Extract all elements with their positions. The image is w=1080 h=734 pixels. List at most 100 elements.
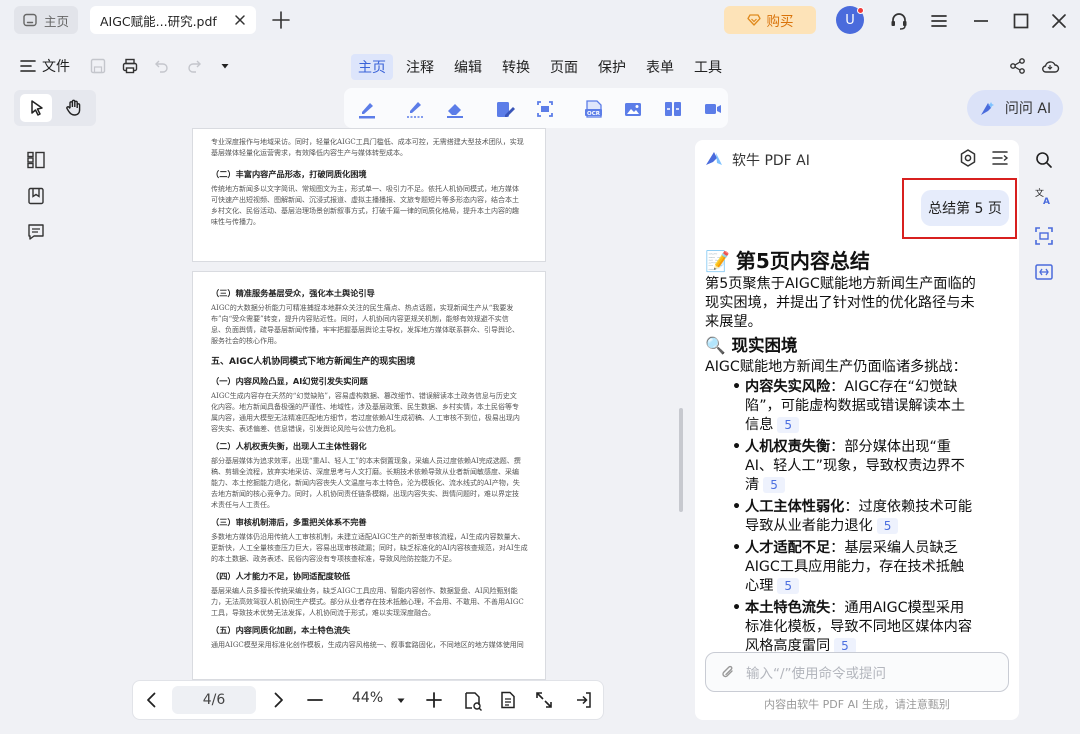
ai-settings-icon[interactable] bbox=[958, 148, 978, 168]
zoom-dropdown-icon[interactable] bbox=[396, 697, 406, 705]
share-icon[interactable] bbox=[1008, 56, 1028, 76]
next-page-icon[interactable] bbox=[268, 690, 288, 710]
compare-icon[interactable] bbox=[662, 98, 684, 120]
notification-dot bbox=[857, 7, 864, 14]
comments-icon[interactable] bbox=[26, 222, 46, 242]
ai-summary-text: 第5页聚焦于AIGC赋能地方新闻生产面临的现实困境，并提出了针对性的优化路径与未… bbox=[705, 276, 976, 330]
exit-view-icon[interactable] bbox=[574, 690, 594, 710]
doc-line: 可快速产出短视频、图解新闻、沉浸式报道、虚拟主播播报、文旅专题短片等多形态内容，… bbox=[211, 196, 519, 204]
menu-protect[interactable]: 保护 bbox=[591, 54, 633, 80]
ai-panel-collapse-icon[interactable] bbox=[990, 148, 1010, 168]
quick-access-dropdown-icon[interactable] bbox=[220, 61, 230, 71]
page-reference-link[interactable]: 5 bbox=[777, 417, 800, 433]
fit-page-icon[interactable] bbox=[498, 690, 518, 710]
page-reference-link[interactable]: 5 bbox=[763, 477, 785, 493]
menu-edit[interactable]: 编辑 bbox=[447, 54, 489, 80]
doc-page-body: （三）精准服务基层受众，强化本土舆论引导 AIGC的大数据分析能力可精准捕捉本地群… bbox=[211, 288, 529, 651]
user-message: 总结第 5 页 bbox=[921, 190, 1009, 226]
doc-heading: （三）精准服务基层受众，强化本土舆论引导 bbox=[211, 288, 375, 298]
image-icon[interactable] bbox=[622, 98, 644, 120]
menu-annotate[interactable]: 注释 bbox=[399, 54, 441, 80]
ai-section-heading: 🔍 现实困境 bbox=[705, 334, 977, 358]
thumbnails-icon[interactable] bbox=[26, 150, 46, 170]
ask-ai-label: 问问 AI bbox=[1004, 101, 1052, 117]
bookmark-icon[interactable] bbox=[26, 186, 46, 206]
ai-challenge-item: 人机权责失衡：部分媒体出现“重AI、轻人工”现象，导致权责边界不清5 bbox=[729, 438, 977, 495]
hand-tool-icon[interactable] bbox=[64, 98, 84, 118]
menu-form[interactable]: 表单 bbox=[639, 54, 681, 80]
search-icon[interactable] bbox=[1034, 150, 1054, 170]
menu-convert[interactable]: 转换 bbox=[495, 54, 537, 80]
doc-line: 去地方新闻的核心竞争力。同时，人机协同责任链条模糊，出现内容失实、舆情问题时，难… bbox=[211, 490, 519, 498]
scan-icon[interactable] bbox=[1034, 262, 1054, 282]
doc-line: 传统地方新闻多以文字简讯、常规图文为主，形式单一、吸引力不足。依托人机协同模式，… bbox=[211, 185, 519, 193]
close-window-icon[interactable] bbox=[1048, 10, 1070, 32]
zoom-level[interactable]: 44% bbox=[352, 690, 383, 706]
page-reference-link[interactable]: 5 bbox=[876, 518, 899, 534]
doc-line: 专业深度报作与地域采访。同时，轻量化AIGC工具门槛低、成本可控，无需搭建大型技… bbox=[211, 138, 524, 146]
menu-page[interactable]: 页面 bbox=[543, 54, 585, 80]
ai-prompt-input[interactable]: 输入“/”使用命令或提问 bbox=[705, 652, 1009, 692]
page-reference-link[interactable]: 5 bbox=[777, 578, 800, 594]
file-menu[interactable]: 文件 bbox=[20, 56, 70, 76]
video-icon[interactable] bbox=[702, 98, 724, 120]
fullscreen-icon[interactable] bbox=[534, 690, 554, 710]
ai-response: 📝 第5页内容总结 第5页聚焦于AIGC赋能地方新闻生产面临的现实困境，并提出了… bbox=[705, 247, 977, 659]
doc-line: AIGC生成内容存在天然的“幻觉缺陷”，容易虚构数据、篡改细节、错误解读本土政务… bbox=[211, 392, 517, 400]
cloud-icon[interactable] bbox=[1040, 56, 1060, 76]
doc-line: 服务社会的核心作用。 bbox=[211, 337, 281, 345]
print-icon[interactable] bbox=[121, 57, 139, 75]
memo-icon: 📝 bbox=[705, 249, 730, 273]
doc-line: 力，无法高效驾驭人机协同生产模式。部分从业者存在技术抵触心理，不会用、不敢用、不… bbox=[211, 598, 524, 606]
ocr-icon[interactable]: OCR bbox=[582, 98, 606, 120]
translate-icon[interactable]: 文A bbox=[1034, 186, 1054, 206]
ai-challenge-item: 人才适配不足：基层采编人员缺乏AIGC工具应用能力，存在技术抵触心理5 bbox=[729, 539, 977, 596]
highlight-icon[interactable] bbox=[356, 98, 378, 120]
svg-text:A: A bbox=[1043, 197, 1050, 206]
maximize-icon[interactable] bbox=[1010, 10, 1032, 32]
doc-line: 属内容，通用大模型无法精准匹配地方细节，若过度依赖AI生成初稿、人工审核不到位，… bbox=[211, 414, 520, 422]
buy-label: 购买 bbox=[766, 14, 794, 30]
magnifier-icon: 🔍 bbox=[705, 336, 726, 355]
close-tab-icon[interactable] bbox=[232, 12, 248, 28]
underline-icon[interactable] bbox=[404, 98, 426, 120]
doc-heading: （三）审核机制滞后，多重把关体系不完善 bbox=[211, 517, 367, 527]
doc-line: 术责任与人工责任。 bbox=[211, 501, 274, 509]
doc-heading: （二）丰富内容产品形态，打破同质化困境 bbox=[211, 169, 367, 179]
buy-button[interactable]: 购买 bbox=[724, 6, 816, 34]
undo-icon[interactable] bbox=[153, 57, 171, 75]
ai-challenge-title: 本土特色流失 bbox=[745, 600, 831, 616]
eraser-icon[interactable] bbox=[444, 98, 466, 120]
document-scrollbar[interactable] bbox=[679, 408, 683, 512]
page-number-input[interactable]: 4/6 bbox=[172, 686, 256, 714]
doc-line: 容失实、表述偏差、信息错误，引发舆论风险与公信力危机。 bbox=[211, 425, 400, 433]
menu-icon[interactable] bbox=[928, 10, 950, 32]
doc-line: 乡村文化、民俗活动、基层治理场景创新叙事方式，打破千篇一律的同质化格局，提升本土… bbox=[211, 207, 519, 215]
doc-line: 稿、剪辑全流程，放弃实地采访、深度思考与人文打磨。长期技术依赖导致从业者新闻敏感… bbox=[211, 468, 519, 476]
menu-tools[interactable]: 工具 bbox=[687, 54, 729, 80]
page-view-icon[interactable] bbox=[462, 690, 484, 712]
attachment-icon[interactable] bbox=[720, 664, 736, 680]
tab-document[interactable]: AIGC赋能...研究.pdf bbox=[90, 6, 256, 34]
tab-home[interactable]: 主页 bbox=[14, 6, 78, 34]
new-tab-button[interactable] bbox=[270, 9, 292, 31]
ask-ai-button[interactable]: 问问 AI bbox=[967, 90, 1063, 126]
previous-page-icon[interactable] bbox=[142, 690, 162, 710]
zoom-in-icon[interactable] bbox=[424, 690, 444, 710]
headset-icon[interactable] bbox=[888, 10, 910, 32]
save-icon[interactable] bbox=[89, 57, 107, 75]
doc-line: 的本土数据、政务表述、民俗内容没有专项核查标准，导致风险防控能力不足。 bbox=[211, 555, 456, 563]
doc-line: 更新快，人工全量核查压力巨大，容易出现审核疏漏；同时，缺乏标准化的AI内容核查规… bbox=[211, 544, 528, 552]
ai-challenges-list: 内容失实风险：AIGC存在“幻觉缺陷”，可能虚构数据或错误解读本土信息5人机权责… bbox=[729, 378, 977, 656]
zoom-out-icon[interactable] bbox=[305, 690, 325, 710]
ai-challenge-title: 内容失实风险 bbox=[745, 379, 831, 395]
edit-text-icon[interactable] bbox=[494, 98, 516, 120]
crop-page-icon[interactable] bbox=[534, 98, 556, 120]
minimize-icon[interactable] bbox=[970, 10, 992, 32]
redo-icon[interactable] bbox=[185, 57, 203, 75]
ai-disclaimer: 内容由软牛 PDF AI 生成，请注意甄别 bbox=[764, 698, 950, 711]
screenshot-icon[interactable] bbox=[1034, 226, 1054, 246]
cursor-arrow-icon bbox=[28, 99, 46, 117]
file-menu-label: 文件 bbox=[42, 59, 70, 75]
menu-home[interactable]: 主页 bbox=[351, 54, 393, 80]
